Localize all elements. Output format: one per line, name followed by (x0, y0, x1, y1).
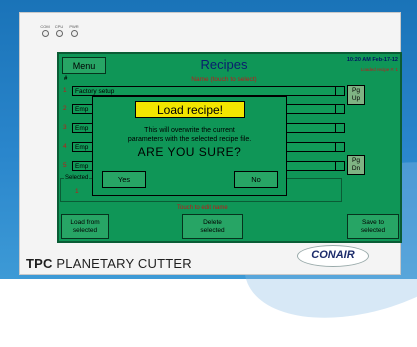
delete-button-label-line2: selected (200, 227, 225, 234)
led-com: COM (38, 24, 52, 37)
led-cpu: CPU (52, 24, 66, 37)
load-from-selected-button[interactable]: Load from selected (61, 214, 109, 239)
page-up-label-line2: Up (351, 95, 361, 102)
row-number: 2 (63, 105, 67, 112)
dialog-confirm-question: ARE YOU SURE? (137, 145, 242, 159)
page-down-button[interactable]: Pg Dn (347, 155, 365, 175)
load-button-label-line1: Load from (70, 219, 100, 226)
save-to-selected-button[interactable]: Save to selected (347, 214, 399, 239)
page-up-label-line1: Pg (352, 87, 360, 94)
number-column-header: # (64, 76, 68, 82)
load-button-label-line2: selected (72, 227, 98, 234)
no-button[interactable]: No (234, 171, 278, 188)
selected-legend: Selected (64, 175, 90, 181)
led-cpu-indicator (55, 30, 63, 37)
save-button-label-line2: selected (360, 227, 386, 234)
row-number: 3 (63, 124, 67, 131)
row-select-box[interactable] (335, 123, 345, 133)
page-title: Recipes (200, 57, 248, 72)
row-select-box[interactable] (335, 142, 345, 152)
delete-button-label-line1: Delete (203, 219, 222, 226)
led-com-indicator (41, 30, 49, 37)
page-up-button[interactable]: Pg Up (347, 85, 365, 105)
page-down-label-line2: Dn (351, 165, 361, 172)
dialog-message: This will overwrite the current paramete… (97, 126, 282, 144)
product-name: TPC PLANETARY CUTTER (26, 256, 192, 271)
product-name-bold: TPC (26, 256, 53, 271)
recipe-row-1[interactable]: Factory setup (72, 86, 342, 96)
name-column-header: Name (touch to select) (191, 76, 257, 83)
row-select-box[interactable] (335, 161, 345, 171)
dialog-message-line1: This will overwrite the current (144, 127, 235, 134)
delete-selected-button[interactable]: Delete selected (182, 214, 243, 239)
menu-button[interactable]: Menu (62, 57, 106, 74)
led-cpu-label: CPU (54, 24, 64, 29)
clock: 10:20 AM Feb-17-12 (346, 57, 398, 63)
led-pwr-indicator (70, 30, 78, 37)
led-com-label: COM (40, 24, 50, 29)
product-name-rest: PLANETARY CUTTER (52, 256, 192, 271)
loaded-recipe-indicator: Loaded recipe #: 1 (360, 67, 398, 72)
row-number: 1 (63, 87, 67, 94)
yes-button[interactable]: Yes (102, 171, 146, 188)
dialog-message-line2: parameters with the selected recipe file… (127, 136, 252, 143)
conair-logo: CONAIR (297, 245, 369, 267)
selected-recipe-number: 1 (75, 188, 79, 195)
led-pwr: PWR (67, 24, 81, 37)
row-select-box[interactable] (335, 86, 345, 96)
row-select-box[interactable] (335, 104, 345, 114)
touch-to-edit-hint: Touch to edit name (177, 205, 228, 211)
led-pwr-label: PWR (69, 24, 79, 29)
row-number: 4 (63, 143, 67, 150)
save-button-label-line1: Save to (361, 219, 385, 226)
load-recipe-dialog: Load recipe! This will overwrite the cur… (92, 96, 287, 196)
dialog-title: Load recipe! (135, 101, 245, 118)
page-down-label-line1: Pg (352, 157, 360, 164)
row-number: 5 (63, 162, 67, 169)
